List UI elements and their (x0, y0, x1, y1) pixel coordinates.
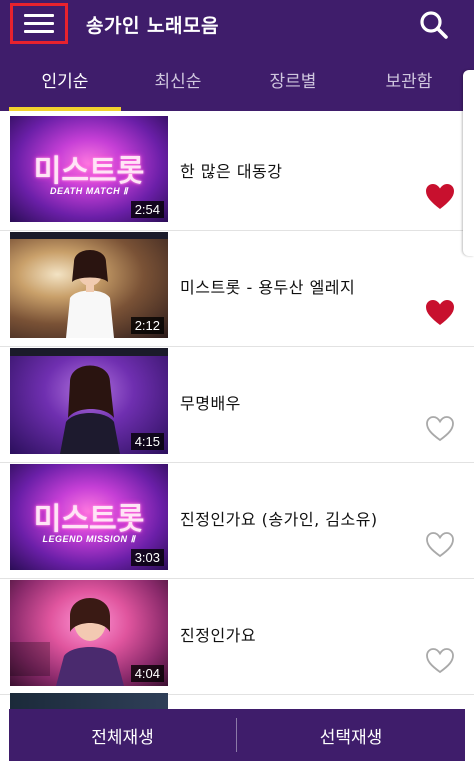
favorite-button[interactable] (425, 531, 455, 558)
heart-outline-icon (426, 416, 454, 442)
search-icon (420, 11, 448, 39)
hamburger-icon (24, 30, 54, 33)
song-title[interactable]: 미스트롯 - 용두산 엘레지 (180, 274, 355, 298)
tab-library[interactable]: 보관함 (351, 48, 467, 111)
app-title: 송가인 노래모음 (86, 15, 219, 37)
tab-latest[interactable]: 최신순 (121, 48, 235, 111)
app-bar: 송가인 노래모음 (0, 0, 474, 48)
duration-badge: 4:04 (130, 665, 164, 682)
video-thumbnail[interactable]: 4:15 (10, 348, 168, 454)
thumbnail-logo: 미스트롯 (33, 502, 145, 537)
duration-badge: 2:12 (130, 317, 164, 334)
thumbnail-logo: 미스트롯 (33, 154, 145, 189)
heart-filled-icon (426, 184, 454, 209)
tab-bar: 인기순 최신순 장르별 보관함 (0, 48, 474, 111)
heart-outline-icon (426, 532, 454, 558)
scroll-handle[interactable] (463, 70, 474, 256)
list-item[interactable]: 2:12 미스트롯 - 용두산 엘레지 (0, 232, 474, 347)
video-thumbnail-partial[interactable] (10, 693, 168, 709)
tab-popular[interactable]: 인기순 (9, 48, 121, 111)
video-thumbnail[interactable]: 4:04 (10, 580, 168, 686)
favorite-button[interactable] (425, 299, 455, 326)
list-item[interactable]: 미스트롯 LEGEND MISSION Ⅱ 3:03 진정인가요 (송가인, 김… (0, 464, 474, 579)
favorite-button[interactable] (425, 415, 455, 442)
song-title[interactable]: 진정인가요 (180, 622, 256, 646)
bottom-action-bar: 전체재생 선택재생 (9, 709, 465, 761)
hamburger-icon (24, 14, 54, 17)
song-title[interactable]: 진정인가요 (송가인, 김소유) (180, 506, 378, 530)
video-thumbnail[interactable]: 미스트롯 DEATH MATCH Ⅱ 2:54 (10, 116, 168, 222)
thumbnail-subtitle: LEGEND MISSION Ⅱ (42, 534, 136, 544)
tab-genre[interactable]: 장르별 (235, 48, 351, 111)
list-item[interactable]: 4:04 진정인가요 (0, 580, 474, 695)
video-thumbnail[interactable]: 미스트롯 LEGEND MISSION Ⅱ 3:03 (10, 464, 168, 570)
menu-button[interactable] (10, 3, 68, 44)
list-item[interactable]: 4:15 무명배우 (0, 348, 474, 463)
search-button[interactable] (418, 9, 450, 41)
heart-filled-icon (426, 300, 454, 325)
heart-outline-icon (426, 648, 454, 674)
favorite-button[interactable] (425, 647, 455, 674)
play-selected-button[interactable]: 선택재생 (237, 709, 465, 761)
video-thumbnail[interactable]: 2:12 (10, 232, 168, 338)
favorite-button[interactable] (425, 183, 455, 210)
hamburger-icon (24, 22, 54, 25)
duration-badge: 2:54 (130, 201, 164, 218)
duration-badge: 3:03 (130, 549, 164, 566)
song-title[interactable]: 무명배우 (180, 390, 241, 414)
thumbnail-subtitle: DEATH MATCH Ⅱ (49, 186, 129, 196)
song-title[interactable]: 한 많은 대동강 (180, 158, 283, 182)
list-item[interactable]: 미스트롯 DEATH MATCH Ⅱ 2:54 한 많은 대동강 (0, 116, 474, 231)
play-all-button[interactable]: 전체재생 (9, 709, 236, 761)
duration-badge: 4:15 (130, 433, 164, 450)
